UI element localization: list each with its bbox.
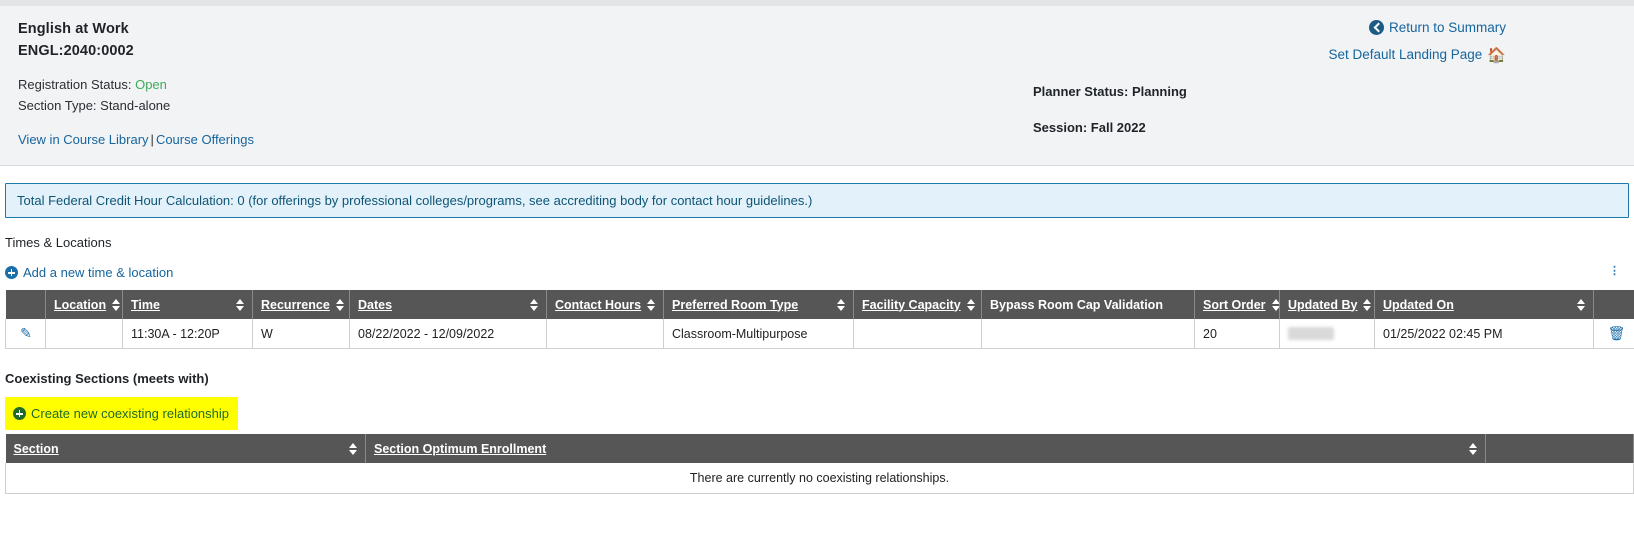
section-type-line: Section Type: Stand-alone	[18, 97, 171, 113]
pencil-edit-icon[interactable]: ✎	[20, 325, 32, 342]
table-header-row: Section Section Optimum Enrollment	[5, 434, 1634, 463]
trash-delete-icon[interactable]: 🗑	[1608, 325, 1626, 342]
table-header-row: Location Time Recurrence Dates Contact Hours…	[5, 290, 1634, 319]
cell-location	[45, 319, 123, 349]
sort-toggle-icon[interactable]	[1363, 298, 1372, 311]
column-header-section[interactable]: Section	[5, 434, 366, 463]
return-to-summary-row[interactable]: Return to Summary	[1328, 20, 1506, 35]
status-badge: Open	[135, 76, 167, 92]
column-header-section-optimum-enrollment[interactable]: Section Optimum Enrollment	[365, 434, 1486, 463]
empty-state-message: There are currently no coexisting relati…	[5, 463, 1634, 494]
column-header-dates[interactable]: Dates	[349, 290, 547, 319]
table-row: ✎ 11:30A - 12:20P W 08/22/2022 - 12/09/2022…	[5, 319, 1634, 349]
info-vertical-icon[interactable]: ⋮	[1609, 266, 1620, 277]
cell-bypass-room-cap-validation	[981, 319, 1195, 349]
column-header-blank	[5, 290, 46, 319]
registration-status-label: Registration Status:	[18, 76, 132, 92]
sort-toggle-icon[interactable]	[349, 442, 358, 455]
course-offerings-link[interactable]: Course Offerings	[156, 132, 254, 147]
cell-time: 11:30A - 12:20P	[122, 319, 253, 349]
create-new-coexisting-relationship-link[interactable]: Create new coexisting relationship	[31, 406, 229, 421]
coexisting-sections-heading: Coexisting Sections (meets with)	[5, 371, 209, 386]
column-header-label: Sort Order	[1203, 297, 1266, 312]
sort-toggle-icon[interactable]	[837, 298, 846, 311]
cell-dates: 08/22/2022 - 12/09/2022	[349, 319, 547, 349]
sort-toggle-icon[interactable]	[1577, 298, 1586, 311]
add-new-time-location-link[interactable]: Add a new time & location	[23, 265, 173, 280]
page-header-panel: English at Work ENGL:2040:0002 Registrat…	[0, 6, 1634, 166]
column-header-sort-order[interactable]: Sort Order	[1194, 290, 1280, 319]
column-header-updated-on[interactable]: Updated On	[1374, 290, 1594, 319]
home-icon: 🏠	[1487, 47, 1506, 64]
times-locations-heading: Times & Locations	[5, 235, 112, 250]
cell-sort-order: 20	[1194, 319, 1280, 349]
header-links: View in Course Library | Course Offerings	[18, 132, 1616, 147]
add-time-location-row: Add a new time & location ⋮	[5, 265, 1634, 280]
registration-status-line: Registration Status: Open	[18, 75, 1616, 96]
link-separator: |	[150, 131, 154, 147]
cell-contact-hours	[546, 319, 664, 349]
sort-toggle-icon[interactable]	[335, 298, 345, 311]
cell-updated-by	[1279, 319, 1375, 349]
column-header-bypass-room-cap-validation: Bypass Room Cap Validation	[981, 290, 1195, 319]
cell-facility-capacity	[853, 319, 982, 349]
column-header-label: Updated By	[1288, 297, 1358, 312]
back-circle-icon	[1368, 20, 1384, 35]
column-header-contact-hours[interactable]: Contact Hours	[546, 290, 664, 319]
times-locations-table: Location Time Recurrence Dates Contact Hours…	[5, 290, 1634, 349]
delete-row-cell[interactable]: 🗑	[1593, 319, 1634, 349]
column-header-label: Facility Capacity	[862, 297, 961, 312]
column-header-preferred-room-type[interactable]: Preferred Room Type	[663, 290, 854, 319]
header-center-meta: Planner Status: Planning Session: Fall 2…	[1033, 84, 1187, 135]
planner-status: Planner Status: Planning	[1033, 84, 1187, 99]
column-header-updated-by[interactable]: Updated By	[1279, 290, 1375, 319]
column-header-label: Dates	[358, 297, 393, 312]
column-header-label: Recurrence	[261, 297, 330, 312]
session: Session: Fall 2022	[1033, 120, 1146, 135]
sort-toggle-icon[interactable]	[647, 298, 656, 311]
column-header-blank	[1485, 434, 1634, 463]
sort-toggle-icon[interactable]	[112, 298, 121, 311]
return-to-summary-link[interactable]: Return to Summary	[1389, 20, 1506, 35]
column-header-facility-capacity[interactable]: Facility Capacity	[853, 290, 982, 319]
view-in-course-library-link[interactable]: View in Course Library	[18, 132, 149, 147]
header-actions: Return to Summary Set Default Landing Pa…	[1328, 20, 1506, 76]
column-header-time[interactable]: Time	[122, 290, 253, 319]
redacted-value	[1288, 326, 1334, 340]
cell-recurrence: W	[252, 319, 350, 349]
column-header-blank	[1593, 290, 1634, 319]
set-default-landing-page-row[interactable]: Set Default Landing Page 🏠	[1328, 48, 1506, 63]
set-default-landing-page-link[interactable]: Set Default Landing Page	[1328, 47, 1482, 62]
sort-toggle-icon[interactable]	[530, 298, 539, 311]
column-header-label: Preferred Room Type	[672, 297, 799, 312]
column-header-recurrence[interactable]: Recurrence	[252, 290, 350, 319]
empty-state-row: There are currently no coexisting relati…	[5, 463, 1634, 494]
sort-toggle-icon[interactable]	[966, 298, 976, 311]
header-meta: Registration Status: Open Section Type: …	[18, 75, 1616, 117]
column-header-label: Contact Hours	[555, 297, 642, 312]
federal-credit-hour-banner: Total Federal Credit Hour Calculation: 0…	[5, 183, 1629, 218]
column-header-label: Bypass Room Cap Validation	[990, 297, 1163, 312]
column-header-label: Section Optimum Enrollment	[374, 441, 547, 456]
column-header-label: Updated On	[1383, 297, 1454, 312]
plus-circle-green-icon	[13, 407, 26, 420]
cell-updated-on: 01/25/2022 02:45 PM	[1374, 319, 1594, 349]
column-header-label: Location	[54, 297, 107, 312]
create-coexisting-relationship-highlight[interactable]: Create new coexisting relationship	[5, 397, 238, 430]
column-header-label: Time	[131, 297, 160, 312]
edit-row-cell[interactable]: ✎	[5, 319, 46, 349]
column-header-label: Section	[13, 441, 59, 456]
sort-toggle-icon[interactable]	[1271, 298, 1279, 311]
cell-preferred-room-type: Classroom-Multipurpose	[663, 319, 854, 349]
sort-toggle-icon[interactable]	[236, 298, 245, 311]
coexisting-sections-table: Section Section Optimum Enrollment There …	[5, 434, 1634, 494]
column-header-location[interactable]: Location	[45, 290, 123, 319]
sort-toggle-icon[interactable]	[1469, 442, 1478, 455]
plus-circle-icon	[5, 266, 18, 279]
